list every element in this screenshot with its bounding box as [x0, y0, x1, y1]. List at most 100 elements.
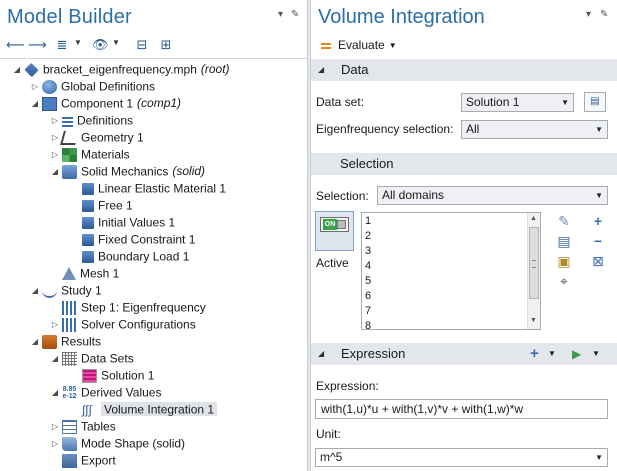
tables-icon	[62, 419, 77, 434]
tree-item-label: Solid Mechanics	[81, 164, 169, 179]
list-item[interactable]: 6	[365, 289, 371, 304]
unit-select[interactable]: m^5 ▼	[315, 448, 608, 467]
minimize-icon[interactable]: ▾	[586, 9, 591, 20]
list-item[interactable]: 2	[365, 229, 371, 244]
globe-icon	[42, 79, 57, 94]
tree-item[interactable]: ◢ 8.85 e-12 Derived Values	[50, 384, 162, 401]
active-toggle-button[interactable]: ON	[315, 211, 354, 251]
chevron-down-icon[interactable]: ▼	[548, 343, 556, 365]
expanded-triangle-icon[interactable]: ◢	[12, 61, 22, 78]
tree-item[interactable]: Free 1	[70, 197, 133, 214]
remove-icon[interactable]: −	[590, 233, 606, 249]
expand-all-icon[interactable]: ⊞	[158, 37, 174, 53]
tree-item[interactable]: ▷ Global Definitions	[30, 78, 155, 95]
tree-item[interactable]: ▷ Mode Shape (solid)	[50, 435, 185, 452]
tree-item[interactable]: ◢ Solid Mechanics (solid)	[50, 163, 205, 180]
scroll-down-icon[interactable]: ▼	[530, 317, 537, 324]
selection-list[interactable]: 12345678 ▲ ▼	[361, 212, 541, 330]
list-item[interactable]: 3	[365, 244, 371, 259]
expanded-triangle-icon[interactable]: ◢	[30, 282, 40, 299]
selection-scrollbar[interactable]: ▲ ▼	[527, 213, 540, 329]
collapsed-triangle-icon[interactable]: ▷	[30, 78, 40, 95]
tree-item[interactable]: Initial Values 1	[70, 214, 175, 231]
tree-item[interactable]: ▷ Definitions	[50, 112, 133, 129]
add-expression-icon[interactable]: +	[530, 343, 539, 365]
boundary-load-icon	[82, 250, 94, 263]
show-menu-icon[interactable]: ≣	[54, 37, 70, 53]
expression-section-header[interactable]: ◢ Expression + ▼ ▶ ▼	[311, 343, 617, 365]
definitions-icon	[62, 116, 73, 127]
clipboard-icon[interactable]: ▣	[556, 253, 572, 269]
chevron-down-icon: ▼	[595, 125, 603, 134]
selection-section-header[interactable]: Selection	[311, 153, 617, 175]
list-item[interactable]: 4	[365, 259, 371, 274]
tree-item[interactable]: ▷ Solver Configurations	[50, 316, 196, 333]
collapse-triangle-icon[interactable]: ◢	[318, 59, 324, 81]
tree-item[interactable]: ◢ Study 1	[30, 282, 102, 299]
dataset-plot-button[interactable]: ▤	[584, 92, 606, 112]
copy-selection-icon[interactable]: ▤	[556, 233, 572, 249]
tree-item[interactable]: Export	[50, 452, 116, 469]
expression-input[interactable]: with(1,u)*u + with(1,v)*v + with(1,w)*w	[315, 399, 608, 419]
expanded-triangle-icon[interactable]: ◢	[50, 384, 60, 401]
collapsed-triangle-icon[interactable]: ▷	[50, 146, 60, 163]
list-item[interactable]: 8	[365, 319, 371, 329]
pin-icon[interactable]: ✎	[291, 9, 299, 20]
collapse-all-icon[interactable]: ⊟	[134, 37, 150, 53]
collapsed-triangle-icon[interactable]: ▷	[50, 316, 60, 333]
eigenfrequency-selection-select[interactable]: All ▼	[461, 120, 608, 139]
chevron-down-icon[interactable]: ▼	[112, 38, 120, 47]
expanded-triangle-icon[interactable]: ◢	[30, 333, 40, 350]
expanded-triangle-icon[interactable]: ◢	[50, 163, 60, 180]
selection-select[interactable]: All domains ▼	[377, 186, 608, 205]
model-builder-header: Model Builder ▾ ✎	[0, 0, 307, 36]
tree-item[interactable]: ◢ Data Sets	[50, 350, 134, 367]
list-item[interactable]: 7	[365, 304, 371, 319]
evaluate-button[interactable]: Evaluate ▼	[321, 36, 397, 54]
unit-value: m^5	[320, 450, 343, 464]
arrow-right-icon[interactable]: ⟶	[28, 37, 47, 53]
data-section-header[interactable]: ◢ Data	[311, 59, 617, 81]
tree-item-label: Data Sets	[81, 351, 134, 366]
scroll-thumb[interactable]	[529, 227, 539, 299]
tree-item[interactable]: ◢ Results	[30, 333, 101, 350]
chevron-down-icon[interactable]: ▼	[389, 41, 397, 50]
expression-section-title: Expression	[341, 346, 406, 361]
collapsed-triangle-icon[interactable]: ▷	[50, 435, 60, 452]
expanded-triangle-icon[interactable]: ◢	[50, 350, 60, 367]
collapsed-triangle-icon[interactable]: ▷	[50, 112, 60, 129]
tree-item[interactable]: Mesh 1	[50, 265, 119, 282]
tree-item[interactable]: Solution 1	[70, 367, 154, 384]
tree-item[interactable]: ▷ Materials	[50, 146, 130, 163]
tree-item[interactable]: Boundary Load 1	[70, 248, 189, 265]
chevron-down-icon[interactable]: ▼	[592, 343, 600, 365]
collapsed-triangle-icon[interactable]: ▷	[50, 129, 60, 146]
collapsed-triangle-icon[interactable]: ▷	[50, 418, 60, 435]
tree-item[interactable]: ▷ Geometry 1	[50, 129, 144, 146]
paste-selection-icon[interactable]: ✎	[556, 213, 572, 229]
add-icon[interactable]: +	[590, 213, 606, 229]
eye-icon[interactable]: 👁	[92, 37, 109, 53]
clear-selection-icon[interactable]: ⊠	[590, 253, 606, 269]
list-item[interactable]: 1	[365, 214, 371, 229]
tree-item[interactable]: Linear Elastic Material 1	[70, 180, 226, 197]
zoom-to-selection-icon[interactable]: ⌖	[556, 273, 572, 289]
arrow-left-icon[interactable]: ⟵	[6, 37, 25, 53]
tree-item[interactable]: ◢ Component 1 (comp1)	[30, 95, 181, 112]
minimize-icon[interactable]: ▾	[278, 9, 283, 20]
dataset-select[interactable]: Solution 1 ▼	[461, 93, 574, 112]
pin-icon[interactable]: ✎	[600, 9, 608, 20]
tree-item[interactable]: Step 1: Eigenfrequency	[50, 299, 206, 316]
tree-item[interactable]: ◢ bracket_eigenfrequency.mph (root)	[12, 61, 230, 78]
replace-expression-icon[interactable]: ▶	[572, 343, 581, 365]
chevron-down-icon[interactable]: ▼	[74, 38, 82, 47]
tree-item[interactable]: ▷ Tables	[50, 418, 116, 435]
expanded-triangle-icon[interactable]: ◢	[30, 95, 40, 112]
scroll-up-icon[interactable]: ▲	[530, 215, 537, 222]
tree-item[interactable]: ∫∫∫ Volume Integration 1	[70, 401, 218, 418]
tree-item[interactable]: Fixed Constraint 1	[70, 231, 195, 248]
tree-item-label: Derived Values	[81, 385, 162, 400]
list-item[interactable]: 5	[365, 274, 371, 289]
collapse-triangle-icon[interactable]: ◢	[318, 343, 324, 365]
tree-item-label-box: Linear Elastic Material 1	[98, 181, 226, 195]
